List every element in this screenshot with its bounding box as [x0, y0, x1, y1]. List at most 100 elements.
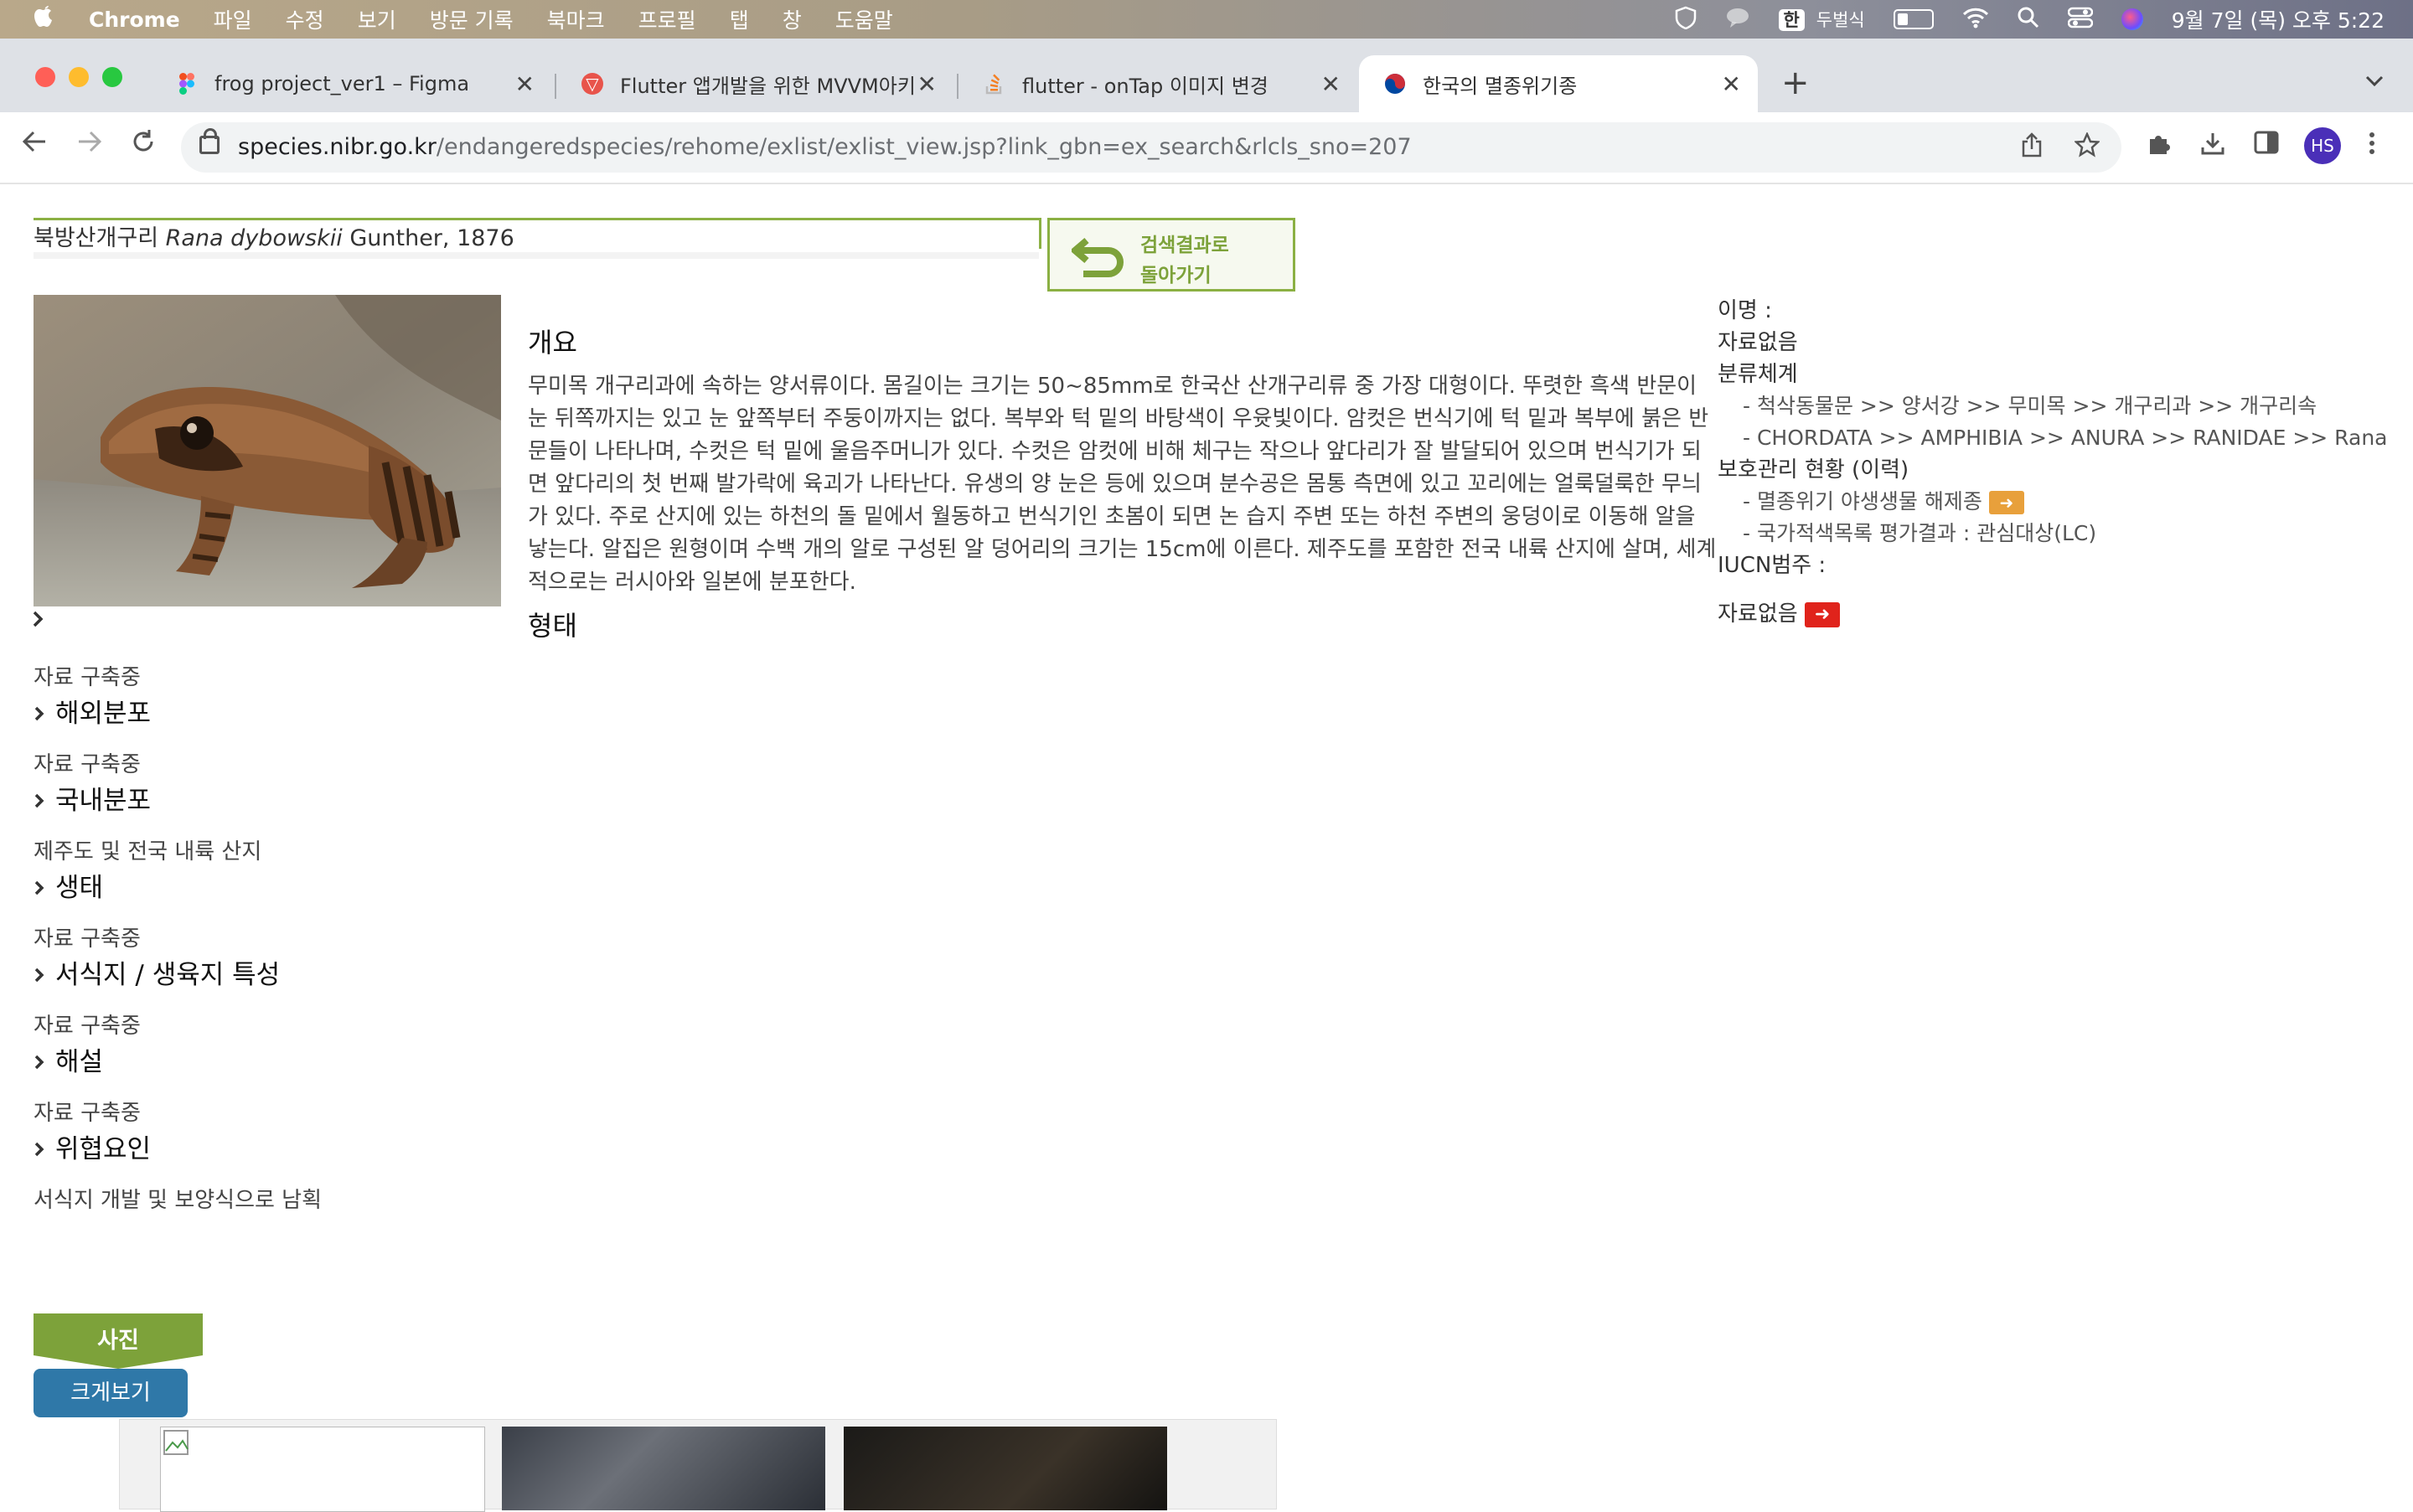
back-button-label: 검색결과로 돌아가기 [1140, 230, 1229, 291]
photo-tab[interactable]: 사진 [34, 1313, 203, 1369]
minimize-window-button[interactable] [69, 67, 89, 87]
tab-title: frog project_ver1 – Figma [214, 72, 470, 95]
arrow-right-icon[interactable]: ➜ [1804, 601, 1840, 627]
menu-window[interactable]: 창 [783, 4, 802, 34]
overseas-distribution-status: 자료 구축중 [34, 665, 141, 690]
hangul-badge: 한 [1778, 9, 1805, 31]
close-window-button[interactable] [35, 67, 55, 87]
enlarge-photo-button[interactable]: 크게보기 [34, 1369, 188, 1417]
back-arrow-icon[interactable] [20, 127, 49, 163]
app-name-menu[interactable]: Chrome [89, 8, 180, 32]
tab-search-chevron-icon[interactable] [2364, 69, 2385, 94]
species-korean-name: 북방산개구리 [34, 225, 159, 251]
url-text[interactable]: species.nibr.go.kr/endangeredspecies/reh… [238, 134, 1412, 160]
taxonomy-english: - CHORDATA >> AMPHIBIA >> ANURA >> RANID… [1743, 426, 2388, 450]
close-tab-icon[interactable]: ✕ [1321, 70, 1341, 98]
gallery-thumbnail[interactable] [502, 1427, 825, 1510]
tab-stackoverflow[interactable]: flutter - onTap 이미지 변경 ✕ [958, 55, 1357, 112]
section-threats[interactable]: 위협요인 [34, 1128, 151, 1165]
close-tab-icon[interactable]: ✕ [1722, 70, 1741, 98]
shield-extension-icon[interactable] [1675, 6, 1697, 34]
menu-file[interactable]: 파일 [214, 4, 252, 34]
species-author: Gunther, 1876 [349, 225, 514, 251]
arrow-right-icon[interactable]: ➜ [1988, 491, 2024, 514]
title-underline [34, 252, 1039, 259]
photo-more-chevron-icon[interactable] [32, 606, 44, 634]
apple-icon[interactable] [32, 3, 57, 36]
iucn-value: 자료없음 [1718, 601, 1798, 627]
wifi-icon[interactable] [1962, 7, 1989, 33]
browser-toolbar: species.nibr.go.kr/endangeredspecies/reh… [0, 112, 2413, 184]
threats-text: 서식지 개발 및 보양식으로 남획 [34, 1188, 323, 1213]
section-overseas-distribution[interactable]: 해외분포 [34, 692, 151, 730]
address-bar[interactable]: species.nibr.go.kr/endangeredspecies/reh… [181, 122, 2121, 173]
close-tab-icon[interactable]: ✕ [515, 70, 535, 98]
gallery-thumbnail[interactable] [844, 1427, 1167, 1510]
morphology-heading: 형태 [528, 610, 577, 642]
back-to-search-results-button[interactable]: 검색결과로 돌아가기 [1047, 218, 1295, 292]
section-commentary[interactable]: 해설 [34, 1040, 103, 1078]
tab-endangered-species[interactable]: 한국의 멸종위기종 ✕ [1359, 55, 1758, 112]
menu-bar-clock[interactable]: 9월 7일 (목) 오후 5:22 [2172, 4, 2385, 34]
chat-bubble-icon[interactable] [1725, 7, 1750, 33]
iucn-label: IUCN범주 : [1718, 553, 1827, 578]
protection-item-text: - 멸종위기 야생생물 해제종 [1743, 489, 1982, 513]
web-page-content: 북방산개구리 Rana dybowskii Gunther, 1876 검색결과… [0, 184, 2413, 1512]
chrome-menu-kebab-icon[interactable] [2368, 131, 2376, 163]
extensions-puzzle-icon[interactable] [2147, 131, 2172, 163]
red-list-item: - 국가적색목록 평가결과 : 관심대상(LC) [1743, 521, 2097, 545]
tab-velog[interactable]: ▽ Flutter 앱개발을 위한 MVVM아키텍 ✕ [556, 55, 953, 112]
control-center-icon[interactable] [2067, 7, 2093, 33]
section-title: 서식지 / 생육지 특성 [55, 960, 281, 990]
forward-arrow-icon[interactable] [75, 127, 104, 163]
battery-icon[interactable] [1893, 9, 1934, 29]
section-ecology[interactable]: 생태 [34, 866, 103, 904]
side-panel-icon[interactable] [2254, 131, 2279, 161]
back-button-line2: 돌아가기 [1140, 265, 1212, 286]
profile-avatar[interactable]: HS [2304, 127, 2341, 164]
threats-status: 자료 구축중 [34, 1101, 141, 1126]
section-title: 국내분포 [55, 786, 152, 816]
tab-figma[interactable]: frog project_ver1 – Figma ✕ [151, 55, 551, 112]
browser-tab-strip: frog project_ver1 – Figma ✕ ▽ Flutter 앱개… [0, 39, 2413, 112]
species-main-photo[interactable] [34, 295, 501, 606]
section-habitat[interactable]: 서식지 / 생육지 특성 [34, 953, 280, 991]
reload-icon[interactable] [129, 127, 158, 163]
menu-view[interactable]: 보기 [358, 4, 396, 34]
section-title: 해외분포 [55, 699, 152, 729]
share-icon[interactable] [2021, 132, 2043, 164]
menu-profiles[interactable]: 프로필 [638, 4, 696, 34]
section-domestic-distribution[interactable]: 국내분포 [34, 779, 151, 817]
menu-bookmarks[interactable]: 북마크 [547, 4, 605, 34]
iucn-value-row: 자료없음 ➜ [1718, 598, 2387, 630]
species-title: 북방산개구리 Rana dybowskii Gunther, 1876 [34, 219, 514, 252]
menu-help[interactable]: 도움말 [835, 4, 893, 34]
spotlight-search-icon[interactable] [2018, 7, 2039, 33]
species-scientific-name: Rana dybowskii [165, 225, 343, 251]
menu-tab[interactable]: 탭 [730, 4, 749, 34]
ecology-status: 제주도 및 전국 내륙 산지 [34, 839, 262, 864]
stackoverflow-icon [984, 73, 1005, 95]
tab-title: flutter - onTap 이미지 변경 [1022, 74, 1269, 98]
close-tab-icon[interactable]: ✕ [917, 70, 937, 98]
siri-icon[interactable] [2121, 8, 2143, 30]
zoom-window-button[interactable] [102, 67, 122, 87]
figma-icon [176, 73, 198, 95]
bookmark-star-icon[interactable] [2073, 131, 2101, 164]
broken-image-icon [163, 1430, 189, 1455]
species-info-panel: 이명 : 자료없음 분류체계 - 척삭동물문 >> 양서강 >> 무미목 >> … [1718, 295, 2387, 630]
menu-edit[interactable]: 수정 [286, 4, 324, 34]
new-tab-plus-icon[interactable]: + [1781, 64, 1810, 102]
macos-menu-bar: Chrome 파일 수정 보기 방문 기록 북마크 프로필 탭 창 도움말 한 … [0, 0, 2413, 39]
taegeuk-icon [1384, 73, 1406, 95]
menu-history[interactable]: 방문 기록 [430, 4, 514, 34]
downloads-icon[interactable] [2200, 131, 2225, 163]
protection-delisted-item: - 멸종위기 야생생물 해제종 ➜ [1718, 486, 2387, 518]
photo-gallery [119, 1419, 1277, 1512]
back-button-line1: 검색결과로 [1140, 235, 1229, 256]
input-method-indicator[interactable]: 한 두벌식 [1778, 7, 1865, 32]
gallery-thumbnail[interactable] [160, 1427, 485, 1512]
menu-bar-status-area: 한 두벌식 9월 7일 (목) 오후 5:22 [1675, 0, 2385, 39]
lock-icon[interactable] [199, 128, 220, 154]
chevron-right-icon [34, 791, 45, 814]
